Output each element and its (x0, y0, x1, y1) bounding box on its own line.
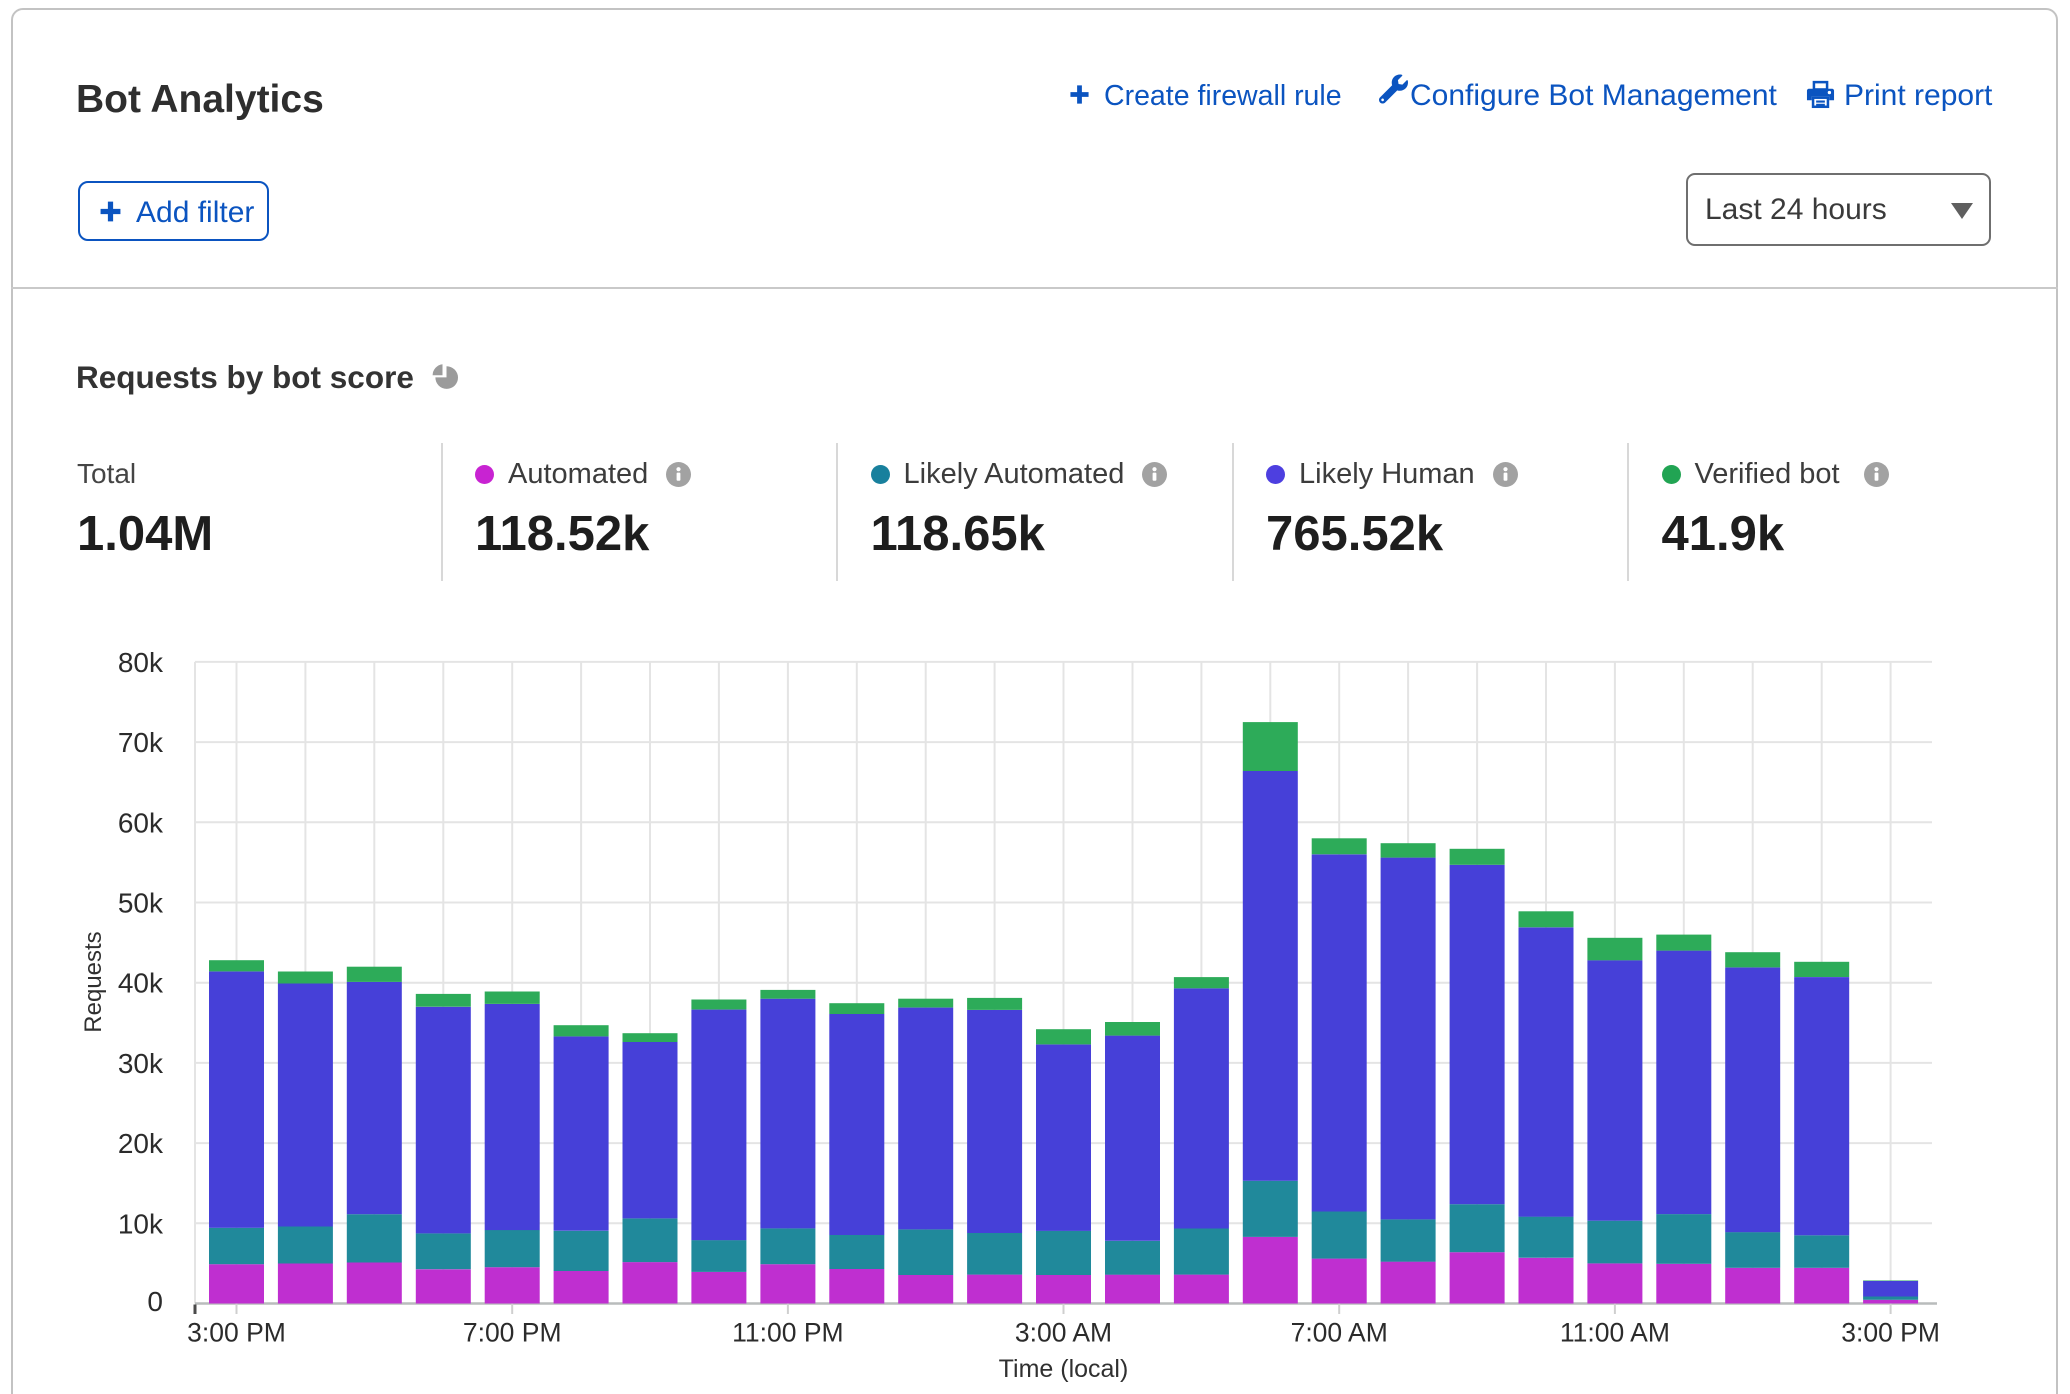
svg-text:Time (local): Time (local) (999, 1355, 1129, 1383)
svg-text:50k: 50k (118, 888, 164, 919)
svg-text:3:00 PM: 3:00 PM (1841, 1318, 1940, 1348)
svg-text:20k: 20k (118, 1128, 164, 1159)
svg-text:80k: 80k (118, 647, 164, 678)
svg-text:7:00 PM: 7:00 PM (463, 1318, 562, 1348)
svg-text:11:00 AM: 11:00 AM (1560, 1318, 1670, 1348)
svg-text:40k: 40k (118, 968, 164, 999)
svg-text:3:00 PM: 3:00 PM (187, 1318, 286, 1348)
svg-text:11:00 PM: 11:00 PM (732, 1318, 843, 1348)
svg-text:10k: 10k (118, 1208, 164, 1239)
svg-text:30k: 30k (118, 1048, 164, 1079)
svg-text:70k: 70k (118, 727, 164, 758)
svg-text:60k: 60k (118, 807, 164, 838)
svg-text:7:00 AM: 7:00 AM (1291, 1318, 1388, 1348)
svg-text:3:00 AM: 3:00 AM (1015, 1318, 1112, 1348)
svg-text:Requests: Requests (80, 931, 107, 1032)
svg-text:0: 0 (147, 1286, 163, 1317)
